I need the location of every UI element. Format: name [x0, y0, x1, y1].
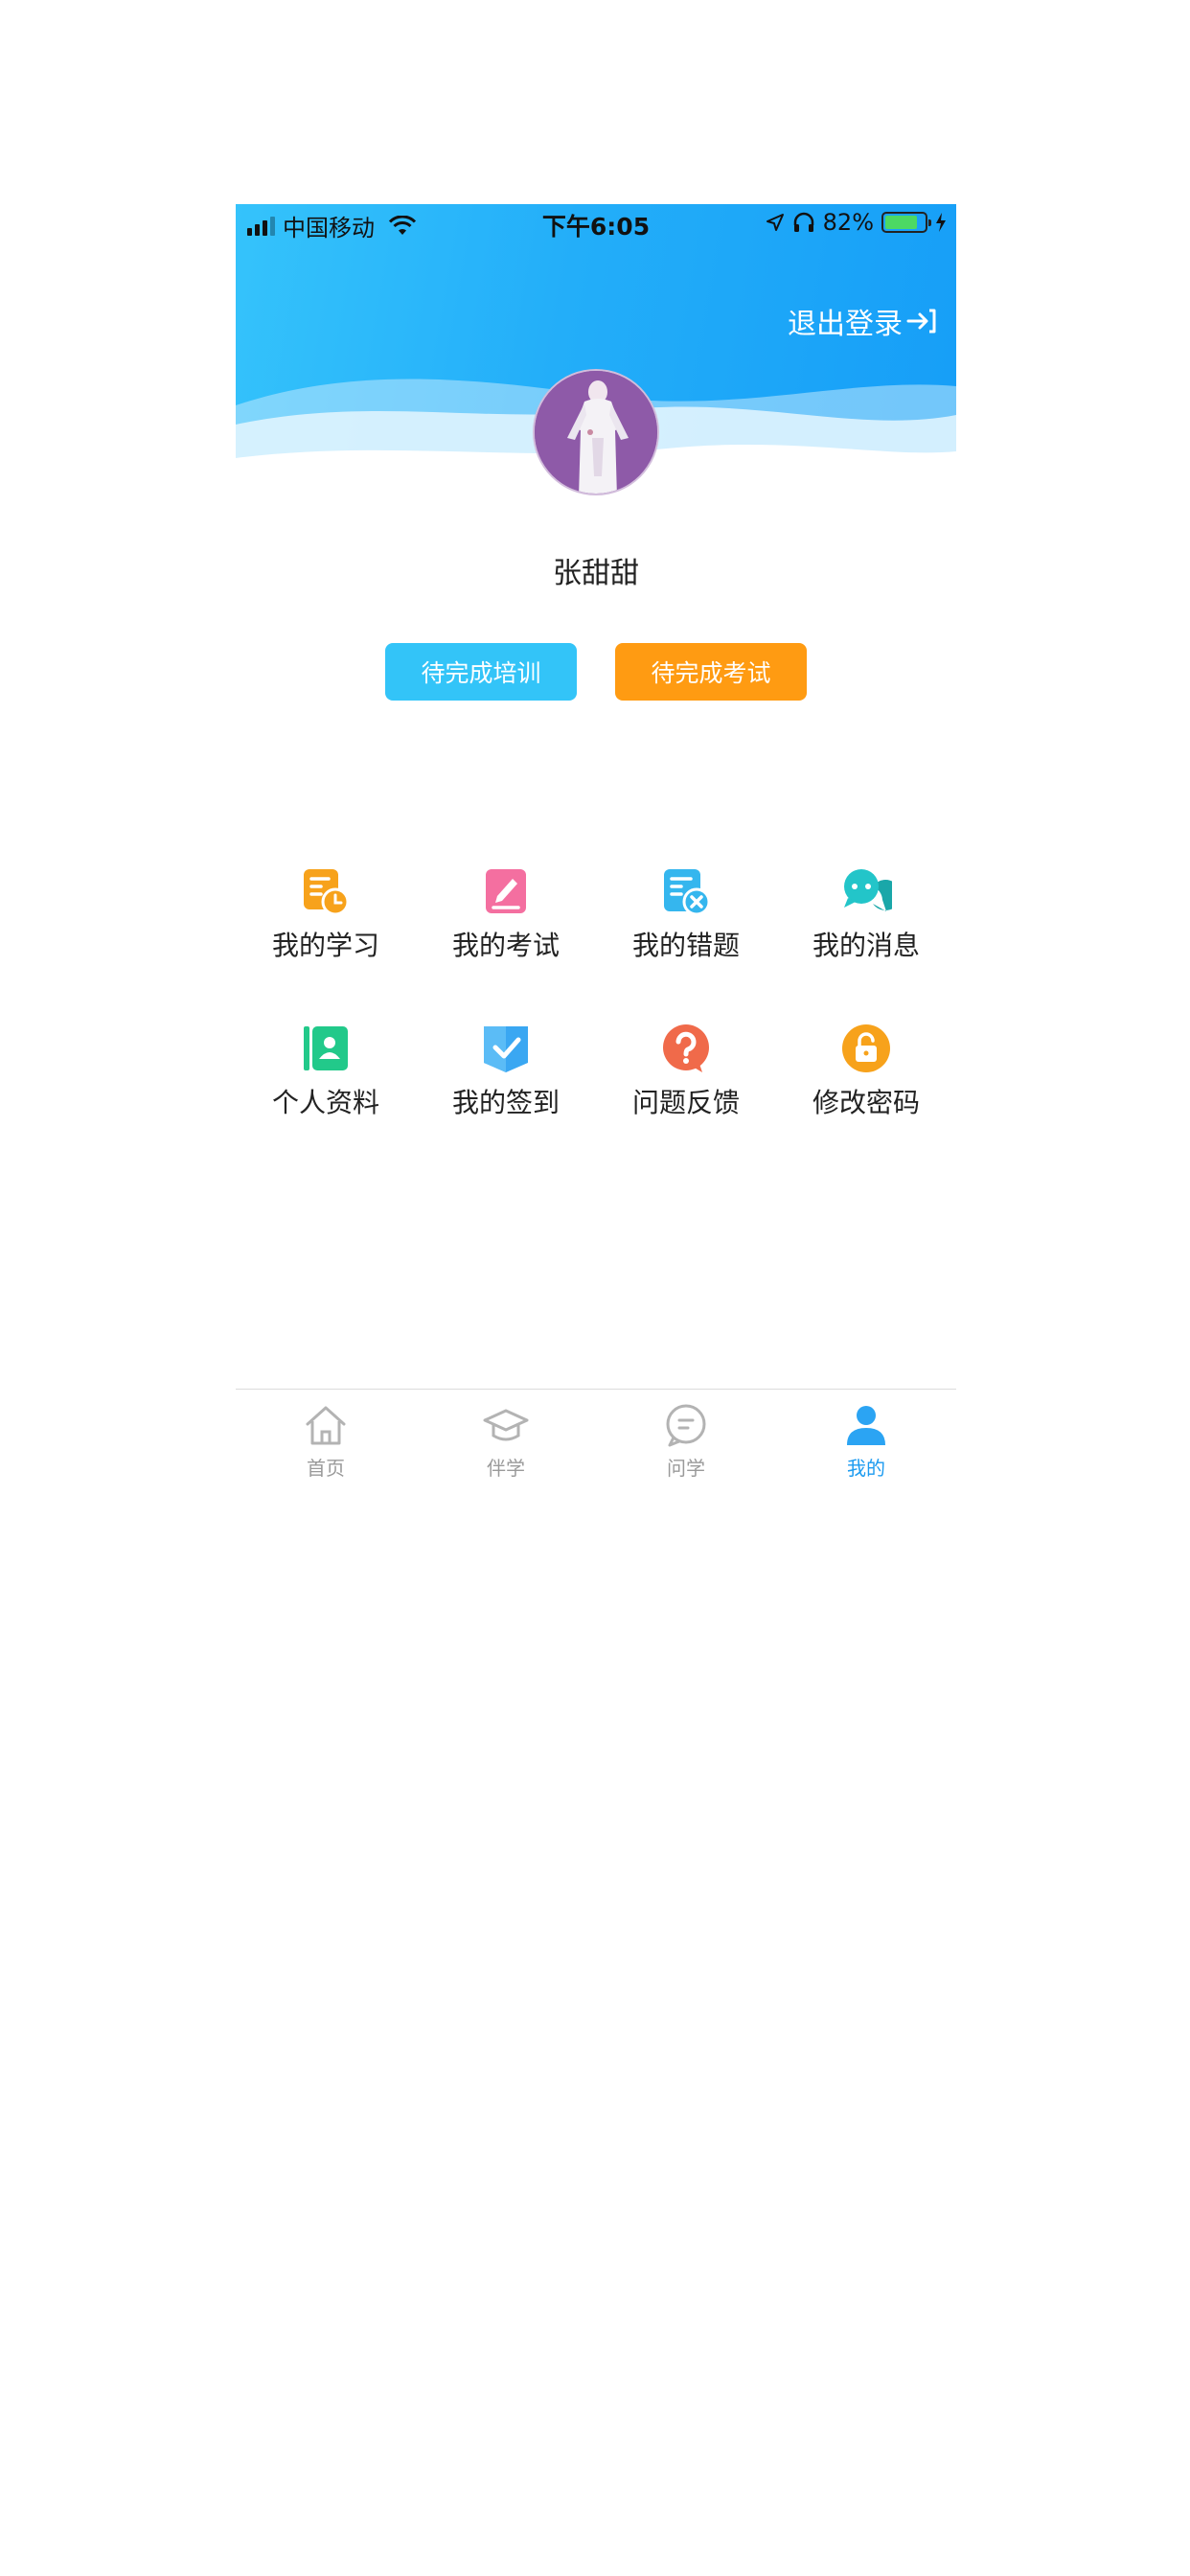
graduation-cap-icon — [483, 1409, 529, 1441]
headphones-icon — [793, 212, 813, 232]
battery-icon — [881, 212, 931, 233]
message-bubble-icon — [844, 869, 892, 911]
menu-label: 我的学习 — [271, 930, 379, 961]
tab-companion-study[interactable]: 伴学 — [416, 1401, 596, 1481]
avatar[interactable] — [533, 369, 659, 495]
avatar-photo — [535, 371, 657, 494]
menu-personal-profile[interactable]: 个人资料 — [236, 1023, 416, 1128]
menu-my-messages[interactable]: 我的消息 — [776, 865, 956, 971]
battery-percent: 82% — [822, 209, 874, 236]
menu-my-checkin[interactable]: 我的签到 — [416, 1023, 596, 1128]
menu-label: 问题反馈 — [631, 1087, 740, 1118]
home-icon — [306, 1406, 346, 1445]
menu-label: 个人资料 — [271, 1087, 379, 1118]
tab-mine[interactable]: 我的 — [776, 1401, 956, 1481]
logout-arrow-icon — [906, 309, 936, 334]
bottom-tab-bar: 首页 伴学 问学 我的 — [236, 1389, 956, 1484]
study-clock-icon — [304, 869, 350, 916]
status-bar: 中国移动 下午6:05 82% — [236, 204, 956, 242]
pending-exam-button[interactable]: 待完成考试 — [615, 643, 807, 701]
question-icon — [663, 1024, 709, 1072]
menu-my-wrong-answers[interactable]: 我的错题 — [596, 865, 776, 971]
battery-level — [885, 216, 917, 229]
status-bar-right: 82% — [766, 209, 947, 236]
lock-icon — [842, 1024, 890, 1072]
tab-label: 伴学 — [487, 1457, 525, 1480]
username: 张甜甜 — [553, 557, 639, 590]
logout-label: 退出登录 — [788, 308, 903, 341]
menu-change-password[interactable]: 修改密码 — [776, 1023, 956, 1128]
menu-my-exam[interactable]: 我的考试 — [416, 865, 596, 971]
pending-training-button[interactable]: 待完成培训 — [385, 643, 577, 701]
location-arrow-icon — [766, 214, 784, 231]
user-icon — [847, 1406, 885, 1445]
exam-pencil-icon — [486, 869, 526, 913]
tab-label: 首页 — [307, 1457, 345, 1480]
logout-button[interactable]: 退出登录 — [788, 300, 937, 342]
checkin-icon — [484, 1026, 528, 1072]
tab-ask-study[interactable]: 问学 — [596, 1401, 776, 1481]
tab-home[interactable]: 首页 — [236, 1401, 416, 1481]
app-screen: 中国移动 下午6:05 82% 退出登录 张甜甜 待完成培训 待完成考试 我的学… — [236, 204, 956, 1484]
chat-icon — [666, 1404, 706, 1447]
menu-label: 我的考试 — [451, 930, 560, 961]
menu-label: 我的消息 — [812, 930, 920, 961]
menu-my-study[interactable]: 我的学习 — [236, 865, 416, 971]
wrong-answer-icon — [664, 869, 711, 916]
menu-feedback[interactable]: 问题反馈 — [596, 1023, 776, 1128]
charging-bolt-icon — [936, 213, 946, 232]
tab-label: 问学 — [667, 1457, 705, 1480]
tab-label: 我的 — [847, 1457, 885, 1480]
menu-label: 我的签到 — [451, 1087, 560, 1118]
profile-card-icon — [304, 1026, 348, 1070]
menu-label: 我的错题 — [631, 930, 740, 961]
menu-label: 修改密码 — [812, 1087, 920, 1118]
